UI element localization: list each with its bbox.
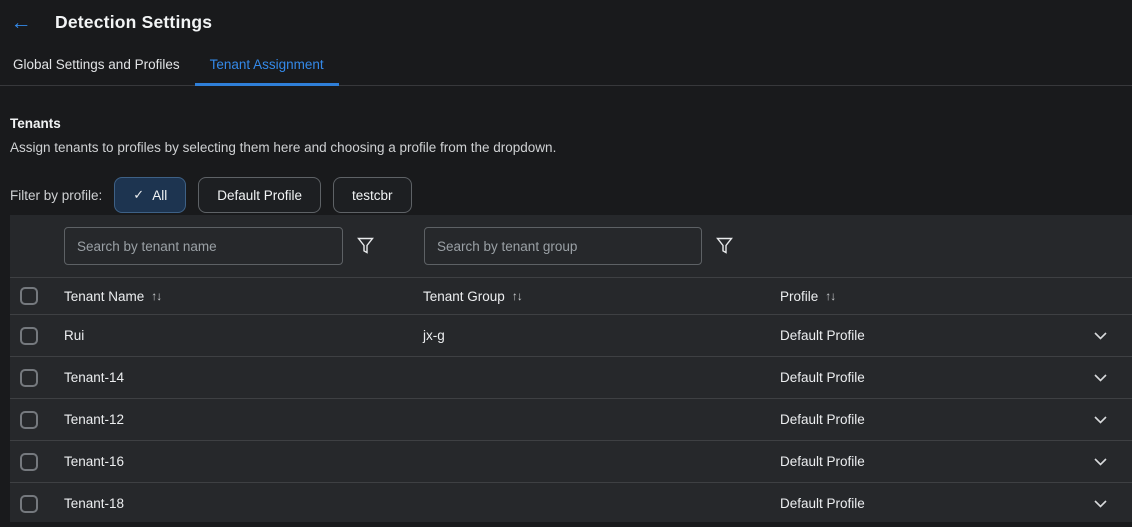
page-title: Detection Settings xyxy=(55,12,212,33)
column-header-tenant-group[interactable]: Tenant Group ↑↓ xyxy=(423,289,780,304)
chevron-down-icon xyxy=(1094,500,1107,508)
tenant-name-cell: Tenant-12 xyxy=(64,412,423,427)
column-header-tenant-name[interactable]: Tenant Name ↑↓ xyxy=(64,289,423,304)
profile-value: Default Profile xyxy=(780,328,865,343)
chip-label: testcbr xyxy=(352,188,393,203)
table-search-row xyxy=(10,215,1132,278)
tenant-name-cell: Tenant-14 xyxy=(64,370,423,385)
tab-tenant-assignment[interactable]: Tenant Assignment xyxy=(195,44,339,85)
search-tenant-group-input[interactable] xyxy=(424,227,702,265)
tenant-name-cell: Tenant-18 xyxy=(64,496,423,511)
profile-dropdown[interactable]: Default Profile xyxy=(780,315,1132,356)
top-bar: ← Detection Settings xyxy=(0,0,1132,44)
chip-label: All xyxy=(152,188,167,203)
filter-funnel-icon[interactable] xyxy=(357,237,374,255)
tab-label: Tenant Assignment xyxy=(210,57,324,72)
filter-chip-default-profile[interactable]: Default Profile xyxy=(198,177,321,213)
table-row: Tenant-14 Default Profile xyxy=(10,357,1132,399)
profile-value: Default Profile xyxy=(780,496,865,511)
tenant-name-cell: Rui xyxy=(64,328,423,343)
column-label: Tenant Group xyxy=(423,289,505,304)
table-row: Tenant-16 Default Profile xyxy=(10,441,1132,483)
sort-icon[interactable]: ↑↓ xyxy=(512,289,522,303)
profile-value: Default Profile xyxy=(780,454,865,469)
chevron-down-icon xyxy=(1094,332,1107,340)
row-checkbox[interactable] xyxy=(20,411,38,429)
row-checkbox[interactable] xyxy=(20,327,38,345)
sort-icon[interactable]: ↑↓ xyxy=(825,289,835,303)
section-title: Tenants xyxy=(10,116,1132,131)
column-label: Tenant Name xyxy=(64,289,144,304)
filter-chip-all[interactable]: ✓ All xyxy=(114,177,186,213)
tenant-name-cell: Tenant-16 xyxy=(64,454,423,469)
table-header-row: Tenant Name ↑↓ Tenant Group ↑↓ Profile ↑… xyxy=(10,278,1132,315)
column-label: Profile xyxy=(780,289,818,304)
row-checkbox[interactable] xyxy=(20,495,38,513)
tenants-table: Tenant Name ↑↓ Tenant Group ↑↓ Profile ↑… xyxy=(10,215,1132,522)
filter-funnel-icon[interactable] xyxy=(716,237,733,255)
search-tenant-name-input[interactable] xyxy=(64,227,343,265)
table-row: Tenant-18 Default Profile xyxy=(10,483,1132,522)
row-checkbox[interactable] xyxy=(20,453,38,471)
select-all-checkbox[interactable] xyxy=(20,287,38,305)
table-row: Rui jx-g Default Profile xyxy=(10,315,1132,357)
filter-by-profile-row: Filter by profile: ✓ All Default Profile… xyxy=(0,177,1132,213)
back-arrow-icon: ← xyxy=(11,12,32,33)
profile-value: Default Profile xyxy=(780,370,865,385)
tab-bar: Global Settings and Profiles Tenant Assi… xyxy=(0,44,1132,86)
chevron-down-icon xyxy=(1094,458,1107,466)
chevron-down-icon xyxy=(1094,416,1107,424)
back-button[interactable]: ← xyxy=(10,10,32,34)
tenant-group-cell: jx-g xyxy=(423,328,780,343)
filter-chip-testcbr[interactable]: testcbr xyxy=(333,177,412,213)
chevron-down-icon xyxy=(1094,374,1107,382)
profile-dropdown[interactable]: Default Profile xyxy=(780,483,1132,522)
check-icon: ✓ xyxy=(133,187,144,203)
tab-global-settings-and-profiles[interactable]: Global Settings and Profiles xyxy=(13,44,195,85)
column-header-profile[interactable]: Profile ↑↓ xyxy=(780,289,1132,304)
filter-label: Filter by profile: xyxy=(10,188,102,203)
sort-icon[interactable]: ↑↓ xyxy=(151,289,161,303)
profile-value: Default Profile xyxy=(780,412,865,427)
chip-label: Default Profile xyxy=(217,188,302,203)
tab-label: Global Settings and Profiles xyxy=(13,57,180,72)
profile-dropdown[interactable]: Default Profile xyxy=(780,357,1132,398)
row-checkbox[interactable] xyxy=(20,369,38,387)
profile-dropdown[interactable]: Default Profile xyxy=(780,399,1132,440)
section-description: Assign tenants to profiles by selecting … xyxy=(10,140,1132,155)
table-row: Tenant-12 Default Profile xyxy=(10,399,1132,441)
profile-dropdown[interactable]: Default Profile xyxy=(780,441,1132,482)
